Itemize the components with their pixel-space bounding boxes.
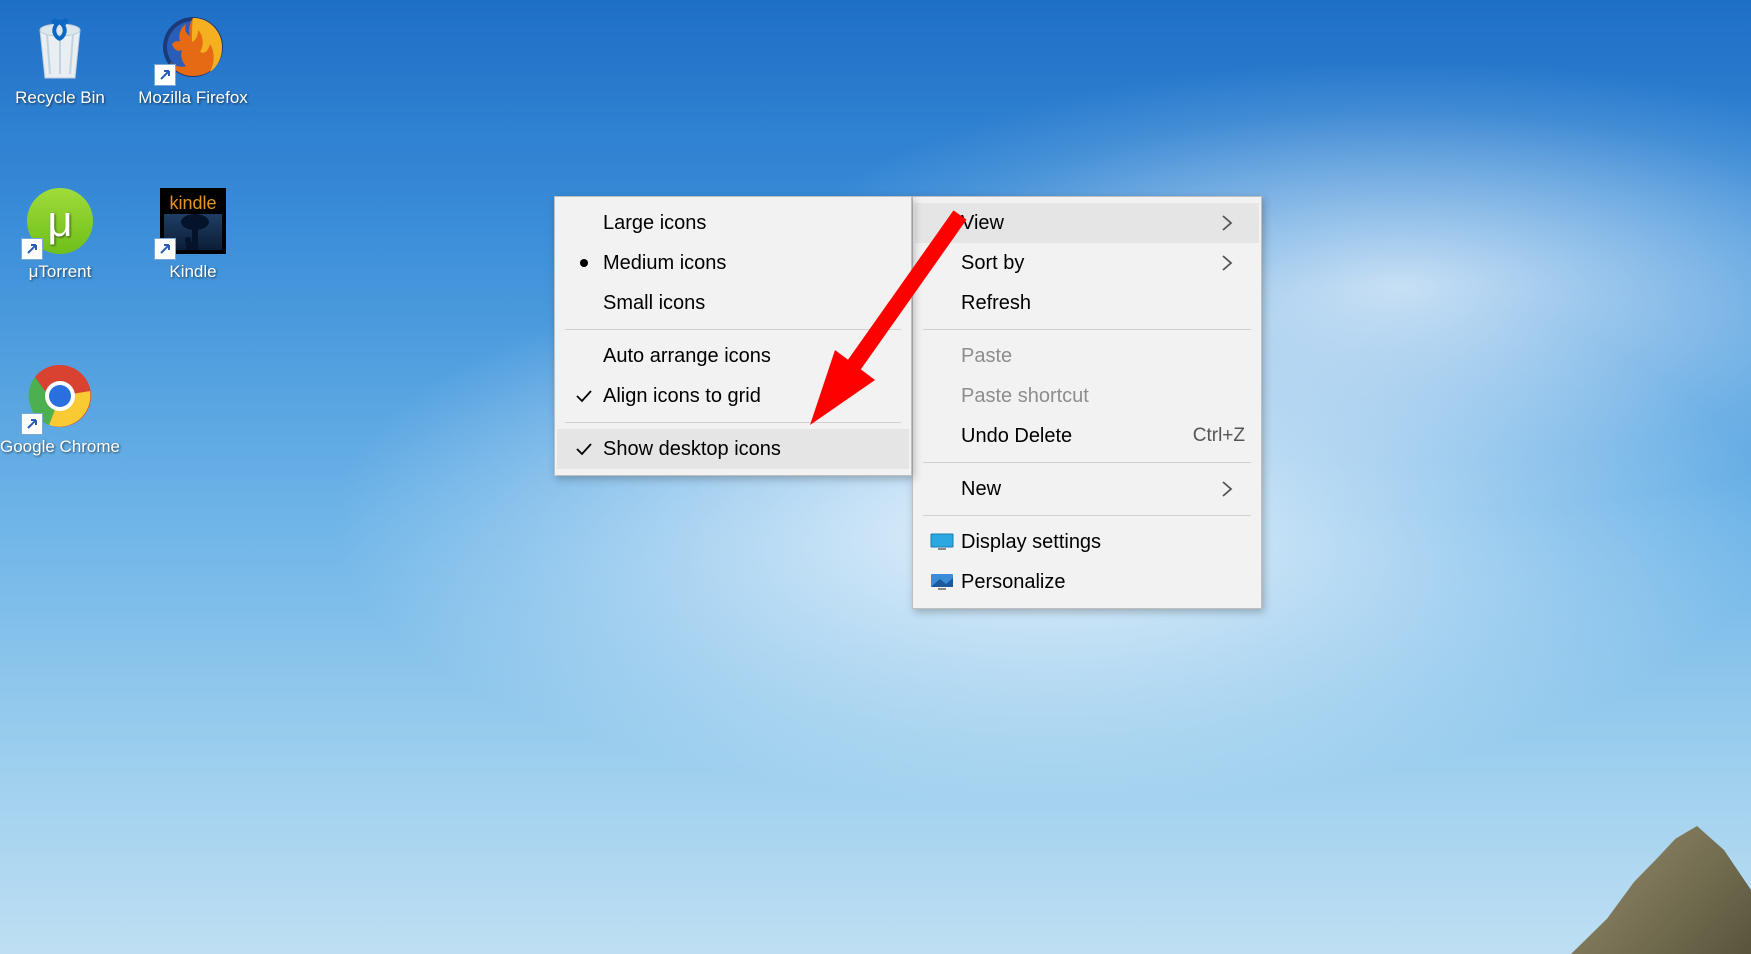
- icon-label: Google Chrome: [0, 436, 120, 457]
- submenu-item-align-grid[interactable]: Align icons to grid: [557, 376, 909, 416]
- menu-separator: [565, 422, 901, 423]
- menu-label: Paste shortcut: [961, 385, 1221, 408]
- menu-label: Large icons: [603, 212, 895, 235]
- desktop-context-menu: View Sort by Refresh Paste Paste shortcu…: [912, 196, 1262, 609]
- menu-label: Small icons: [603, 292, 895, 315]
- monitor-icon: [923, 532, 961, 552]
- desktop-icon-recycle-bin[interactable]: Recycle Bin: [0, 14, 120, 108]
- menu-item-paste: Paste: [915, 336, 1259, 376]
- submenu-item-large-icons[interactable]: Large icons: [557, 203, 909, 243]
- recycle-bin-icon: [25, 14, 95, 84]
- chevron-right-icon: [1221, 480, 1245, 498]
- icon-label: Mozilla Firefox: [133, 87, 253, 108]
- menu-item-display-settings[interactable]: Display settings: [915, 522, 1259, 562]
- menu-label: Medium icons: [603, 252, 895, 275]
- menu-item-paste-shortcut: Paste shortcut: [915, 376, 1259, 416]
- personalize-icon: [923, 572, 961, 592]
- menu-label: Align icons to grid: [603, 385, 895, 408]
- menu-label: Sort by: [961, 252, 1221, 275]
- menu-label: Show desktop icons: [603, 438, 895, 461]
- chevron-right-icon: [1221, 214, 1245, 232]
- menu-separator: [923, 515, 1251, 516]
- menu-label: Undo Delete: [961, 425, 1153, 448]
- view-submenu: Large icons Medium icons Small icons Aut…: [554, 196, 912, 476]
- desktop-icon-utorrent[interactable]: μ μTorrent: [0, 188, 120, 282]
- utorrent-glyph: μ: [47, 194, 72, 249]
- desktop[interactable]: Recycle Bin Mozilla Firefox μ: [0, 0, 1751, 954]
- menu-item-new[interactable]: New: [915, 469, 1259, 509]
- submenu-item-small-icons[interactable]: Small icons: [557, 283, 909, 323]
- checkmark-icon: [565, 389, 603, 403]
- submenu-item-show-desktop-icons[interactable]: Show desktop icons: [557, 429, 909, 469]
- menu-shortcut: Ctrl+Z: [1193, 425, 1245, 447]
- shortcut-overlay-icon: [154, 64, 176, 86]
- submenu-item-medium-icons[interactable]: Medium icons: [557, 243, 909, 283]
- icon-label: Recycle Bin: [0, 87, 120, 108]
- submenu-item-auto-arrange[interactable]: Auto arrange icons: [557, 336, 909, 376]
- menu-item-personalize[interactable]: Personalize: [915, 562, 1259, 602]
- menu-item-sort-by[interactable]: Sort by: [915, 243, 1259, 283]
- desktop-icon-chrome[interactable]: Google Chrome: [0, 363, 120, 457]
- shortcut-overlay-icon: [154, 238, 176, 260]
- menu-label: Paste: [961, 345, 1221, 368]
- menu-item-undo-delete[interactable]: Undo Delete Ctrl+Z: [915, 416, 1259, 456]
- menu-label: Personalize: [961, 571, 1221, 594]
- menu-separator: [923, 329, 1251, 330]
- bullet-icon: [565, 258, 603, 268]
- desktop-icon-kindle[interactable]: kindle Kindle: [133, 188, 253, 282]
- menu-label: Display settings: [961, 531, 1221, 554]
- checkmark-icon: [565, 442, 603, 456]
- chevron-right-icon: [1221, 254, 1245, 272]
- menu-label: Auto arrange icons: [603, 345, 895, 368]
- menu-separator: [565, 329, 901, 330]
- shortcut-overlay-icon: [21, 238, 43, 260]
- menu-label: View: [961, 212, 1221, 235]
- wallpaper-rock: [1571, 794, 1751, 954]
- desktop-icon-firefox[interactable]: Mozilla Firefox: [133, 14, 253, 108]
- menu-label: New: [961, 478, 1221, 501]
- menu-separator: [923, 462, 1251, 463]
- shortcut-overlay-icon: [21, 413, 43, 435]
- menu-item-view[interactable]: View: [915, 203, 1259, 243]
- utorrent-icon: μ: [25, 188, 95, 258]
- firefox-icon: [158, 14, 228, 84]
- menu-item-refresh[interactable]: Refresh: [915, 283, 1259, 323]
- menu-label: Refresh: [961, 292, 1221, 315]
- kindle-icon: kindle: [158, 188, 228, 258]
- kindle-brand-text: kindle: [160, 192, 226, 215]
- icon-label: Kindle: [133, 261, 253, 282]
- icon-label: μTorrent: [0, 261, 120, 282]
- chrome-icon: [25, 363, 95, 433]
